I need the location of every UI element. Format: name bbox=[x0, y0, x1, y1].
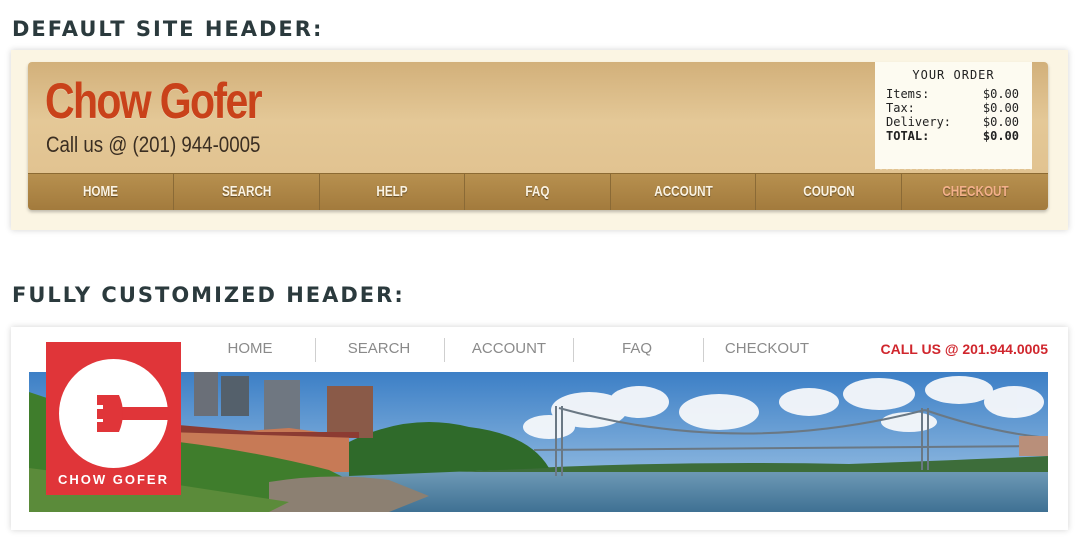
nav-label: FAQ bbox=[525, 183, 550, 200]
nav-search[interactable]: SEARCH bbox=[174, 174, 320, 210]
nav-account[interactable]: ACCOUNT bbox=[611, 174, 756, 210]
default-nav-bar: HOME SEARCH HELP FAQ ACCOUNT COUPON CHEC… bbox=[28, 173, 1048, 210]
default-header-section-label: DEFAULT SITE HEADER: bbox=[12, 17, 324, 41]
custom-nav-home[interactable]: HOME bbox=[207, 337, 293, 363]
nav-label: HOME bbox=[82, 183, 119, 200]
custom-nav-faq[interactable]: FAQ bbox=[591, 337, 683, 363]
nav-divider bbox=[315, 338, 316, 362]
custom-nav-checkout[interactable]: CHECKOUT bbox=[721, 337, 813, 363]
order-row-label: TOTAL: bbox=[886, 129, 930, 143]
banner-photo bbox=[29, 372, 1048, 512]
order-row-value: $0.00 bbox=[982, 87, 1019, 101]
order-summary[interactable]: YOUR ORDER Items: $0.00 Tax: $0.00 Deliv… bbox=[875, 62, 1032, 169]
nav-divider bbox=[444, 338, 445, 362]
logo-text: CHOW GOFER bbox=[58, 472, 169, 487]
hudson-river-banner bbox=[29, 372, 1048, 512]
nav-help[interactable]: HELP bbox=[320, 174, 465, 210]
chow-gofer-logo[interactable]: CHOW GOFER bbox=[46, 342, 181, 495]
receipt-zigzag-edge bbox=[875, 166, 1032, 172]
order-row-value: $0.00 bbox=[982, 129, 1019, 143]
brand-name[interactable]: Chow Gofer bbox=[45, 72, 263, 130]
order-row-label: Tax: bbox=[886, 101, 915, 115]
order-row-value: $0.00 bbox=[982, 115, 1019, 129]
nav-label: SEARCH bbox=[221, 183, 272, 200]
order-row-label: Delivery: bbox=[886, 115, 952, 129]
default-site-header: Chow Gofer Call us @ (201) 944-0005 YOUR… bbox=[28, 62, 1048, 210]
phone-number: Call us @ (201) 944-0005 bbox=[46, 132, 261, 157]
nav-label: HELP bbox=[376, 183, 408, 200]
custom-nav-search[interactable]: SEARCH bbox=[335, 337, 423, 363]
custom-nav-account[interactable]: ACCOUNT bbox=[463, 337, 555, 363]
nav-coupon[interactable]: COUPON bbox=[756, 174, 902, 210]
nav-checkout[interactable]: CHECKOUT bbox=[902, 174, 1048, 210]
custom-header-section-label: FULLY CUSTOMIZED HEADER: bbox=[12, 283, 405, 307]
nav-label: COUPON bbox=[802, 183, 855, 200]
order-row-label: Items: bbox=[886, 87, 930, 101]
nav-faq[interactable]: FAQ bbox=[465, 174, 611, 210]
order-row-value: $0.00 bbox=[982, 101, 1019, 115]
order-summary-title: YOUR ORDER bbox=[912, 68, 995, 82]
fork-icon bbox=[97, 395, 168, 432]
nav-divider bbox=[573, 338, 574, 362]
default-header-preview: Chow Gofer Call us @ (201) 944-0005 YOUR… bbox=[11, 50, 1068, 230]
nav-divider bbox=[703, 338, 704, 362]
nav-home[interactable]: HOME bbox=[28, 174, 174, 210]
custom-header-preview: HOME SEARCH ACCOUNT FAQ CHECKOUT CALL US… bbox=[11, 327, 1068, 530]
nav-label: ACCOUNT bbox=[653, 183, 713, 200]
call-us-link[interactable]: CALL US @ 201.944.0005 bbox=[881, 337, 1048, 363]
nav-label: CHECKOUT bbox=[941, 183, 1009, 200]
